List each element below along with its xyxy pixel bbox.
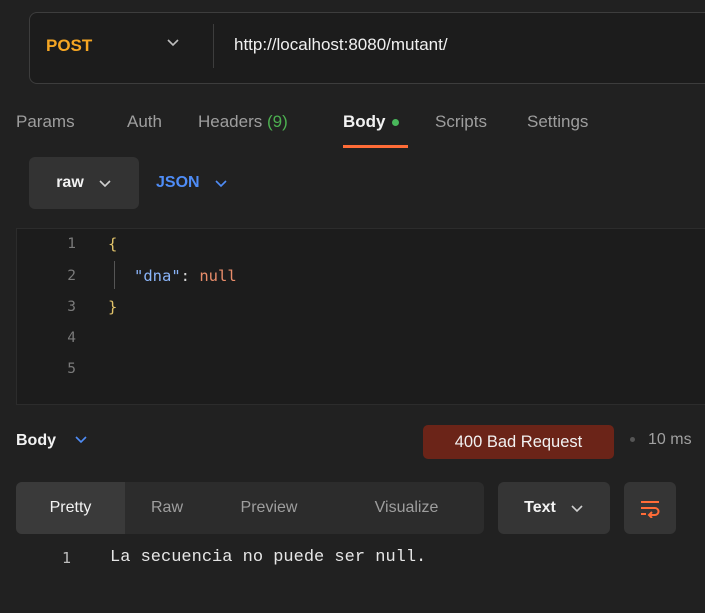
json-value: null [199, 267, 237, 285]
json-line: "dna": null [134, 267, 237, 285]
tab-auth[interactable]: Auth [127, 112, 162, 132]
view-tab-visualize[interactable]: Visualize [329, 482, 484, 534]
view-tab-raw[interactable]: Raw [125, 482, 209, 534]
wrap-lines-button[interactable] [624, 482, 676, 534]
tab-headers-label: Headers [198, 112, 263, 131]
view-tab-preview[interactable]: Preview [209, 482, 329, 534]
method-selector[interactable]: POST [46, 36, 92, 56]
json-close-brace: } [108, 298, 118, 316]
tab-headers[interactable]: Headers (9) [198, 112, 288, 132]
line-number: 5 [67, 361, 76, 377]
separator-dot [630, 437, 635, 442]
body-mode-dropdown[interactable]: raw [29, 157, 139, 209]
indent-guide [114, 261, 115, 289]
tab-body-label: Body [343, 112, 386, 131]
line-number: 1 [67, 236, 76, 252]
response-text: La secuencia no puede ser null. [110, 548, 427, 567]
modified-dot-icon [391, 119, 399, 127]
response-format-label: Text [524, 499, 556, 516]
tab-scripts[interactable]: Scripts [435, 112, 487, 132]
response-line-number: 1 [62, 549, 72, 567]
chevron-down-icon [215, 180, 227, 187]
chevron-down-icon [99, 180, 111, 188]
line-number: 4 [67, 330, 76, 346]
json-key: "dna" [134, 267, 181, 285]
tab-body[interactable]: Body [343, 112, 399, 132]
body-mode-label: raw [56, 174, 84, 191]
body-format-dropdown[interactable]: JSON [156, 174, 228, 192]
response-view-tabs: Pretty Raw Preview Visualize [16, 482, 484, 534]
request-body-editor[interactable] [16, 228, 705, 405]
response-time[interactable]: 10 ms [648, 431, 692, 449]
tab-headers-count: (9) [267, 112, 288, 131]
line-number: 2 [67, 268, 76, 284]
body-format-label: JSON [156, 174, 200, 191]
chevron-down-icon [571, 505, 583, 513]
view-tab-pretty[interactable]: Pretty [16, 482, 125, 534]
tab-params[interactable]: Params [16, 112, 75, 132]
json-open-brace: { [108, 235, 118, 253]
chevron-down-icon[interactable] [74, 432, 88, 450]
active-tab-indicator [343, 145, 408, 148]
json-colon: : [180, 267, 200, 285]
url-divider [213, 24, 214, 68]
response-format-dropdown[interactable]: Text [498, 482, 610, 534]
line-number: 3 [67, 299, 76, 315]
url-input[interactable]: http://localhost:8080/mutant/ [234, 35, 448, 55]
response-section-label[interactable]: Body [16, 432, 56, 450]
chevron-down-icon[interactable] [166, 35, 180, 53]
tab-settings[interactable]: Settings [527, 112, 588, 132]
status-badge[interactable]: 400 Bad Request [423, 425, 614, 459]
wrap-lines-icon [641, 501, 660, 518]
